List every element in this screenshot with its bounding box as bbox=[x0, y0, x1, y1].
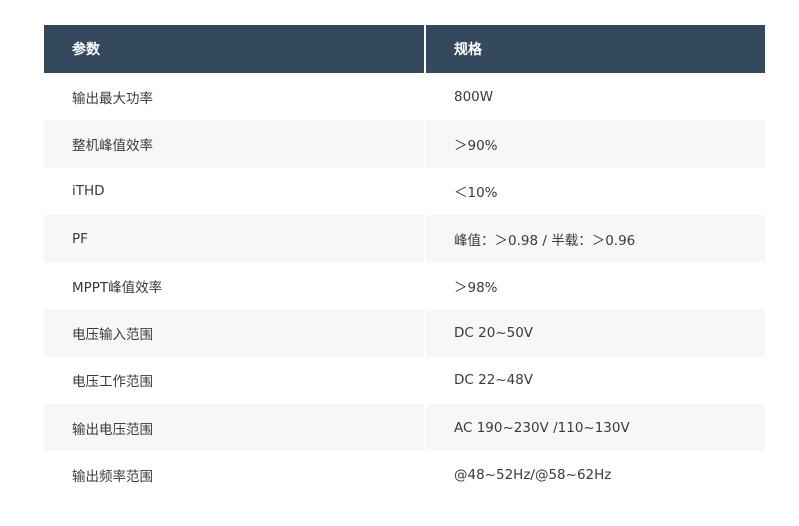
header-spec: 规格 bbox=[425, 25, 765, 73]
table-header-row: 参数 规格 bbox=[44, 25, 765, 73]
spec-cell: DC 22~48V bbox=[425, 356, 765, 405]
param-cell: iTHD bbox=[44, 167, 426, 215]
spec-cell: 800W bbox=[425, 73, 765, 121]
table-row: MPPT峰值效率 ＞98% bbox=[44, 262, 765, 310]
table-row: iTHD ＜10% bbox=[44, 167, 765, 215]
param-cell: 整机峰值效率 bbox=[44, 120, 426, 168]
spec-cell: 峰值：＞0.98 / 半载：＞0.96 bbox=[425, 214, 765, 263]
spec-cell: AC 190~230V /110~130V bbox=[425, 404, 765, 452]
table-row: 输出电压范围 AC 190~230V /110~130V bbox=[44, 404, 765, 452]
spec-cell: ＞98% bbox=[425, 262, 765, 310]
param-cell: 电压输入范围 bbox=[44, 309, 426, 357]
param-cell: 输出电压范围 bbox=[44, 404, 426, 452]
param-cell: 输出最大功率 bbox=[44, 73, 426, 121]
table-row: 电压输入范围 DC 20~50V bbox=[44, 309, 765, 357]
spec-cell: @48~52Hz/@58~62Hz bbox=[425, 451, 765, 499]
spec-cell: ＜10% bbox=[425, 167, 765, 215]
param-cell: 输出频率范围 bbox=[44, 451, 426, 499]
param-cell: 电压工作范围 bbox=[44, 356, 426, 405]
spec-table: 参数 规格 输出最大功率 800W 整机峰值效率 ＞90% iTHD ＜10% … bbox=[44, 25, 765, 499]
param-cell: PF bbox=[44, 214, 426, 263]
table-row: PF 峰值：＞0.98 / 半载：＞0.96 bbox=[44, 214, 765, 263]
table-row: 整机峰值效率 ＞90% bbox=[44, 120, 765, 168]
spec-cell: DC 20~50V bbox=[425, 309, 765, 357]
spec-cell: ＞90% bbox=[425, 120, 765, 168]
table-row: 输出最大功率 800W bbox=[44, 73, 765, 121]
table-row: 输出频率范围 @48~52Hz/@58~62Hz bbox=[44, 451, 765, 499]
param-cell: MPPT峰值效率 bbox=[44, 262, 426, 310]
table-row: 电压工作范围 DC 22~48V bbox=[44, 356, 765, 405]
header-param: 参数 bbox=[44, 25, 426, 73]
